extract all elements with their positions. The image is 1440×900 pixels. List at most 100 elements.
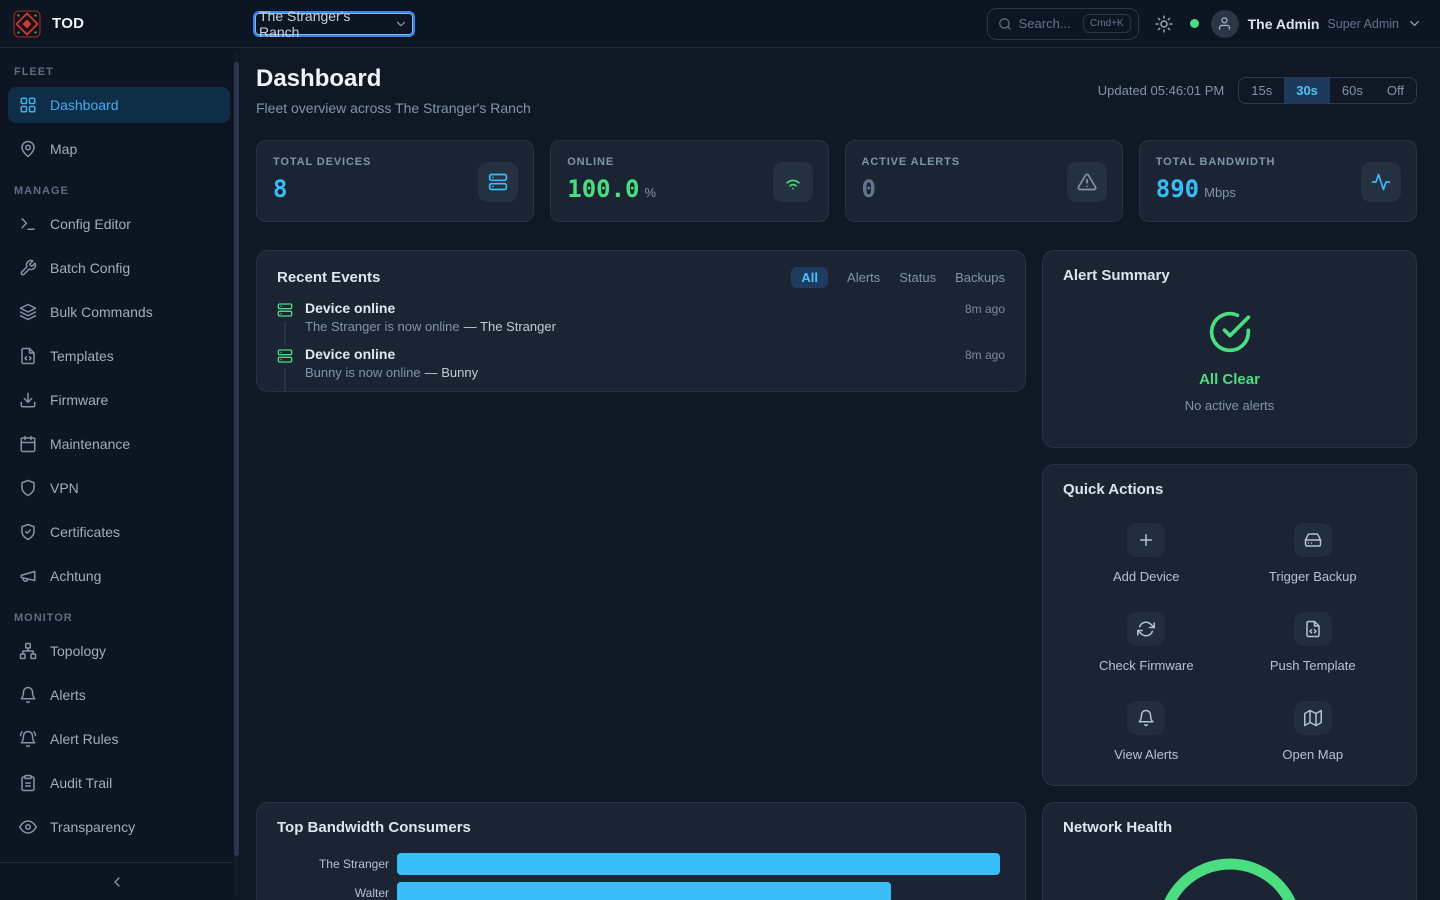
topbar-right: Cmd+K The Admin Super Admin [987, 8, 1440, 40]
app-logo-icon [13, 10, 41, 38]
sidebar-item-label: Config Editor [50, 216, 131, 232]
sidebar-item-label: Maintenance [50, 436, 130, 452]
layout-grid-icon [19, 96, 37, 114]
wrench-icon [19, 259, 37, 277]
event-row[interactable]: Device online 8m ago The Stranger is now… [277, 300, 1005, 346]
sidebar: FLEET Dashboard Map MANAGE Config Editor… [0, 48, 240, 900]
sidebar-item-alert-rules[interactable]: Alert Rules [8, 721, 230, 757]
event-title: Device online [305, 300, 395, 316]
open-map-button[interactable]: Open Map [1282, 701, 1343, 762]
bar-label: The Stranger [277, 857, 389, 871]
sidebar-item-audit-trail[interactable]: Audit Trail [8, 765, 230, 801]
file-code-icon [19, 347, 37, 365]
clipboard-list-icon [19, 774, 37, 792]
chevron-left-icon[interactable] [109, 874, 125, 890]
tab-all[interactable]: All [791, 267, 828, 288]
sidebar-collapse-area [0, 862, 233, 900]
file-code-icon [1304, 620, 1322, 638]
section-label-fleet: FLEET [8, 58, 230, 87]
server-icon [488, 172, 508, 192]
sidebar-section-monitor: MONITOR Topology Alerts Alert Rules Audi… [8, 604, 230, 845]
tab-backups[interactable]: Backups [955, 270, 1005, 285]
stat-icon-chip [1067, 162, 1107, 202]
sidebar-item-transparency[interactable]: Transparency [8, 809, 230, 845]
sidebar-item-dashboard[interactable]: Dashboard [8, 87, 230, 123]
search-input[interactable] [1019, 16, 1076, 31]
sidebar-item-maintenance[interactable]: Maintenance [8, 426, 230, 462]
stat-value: 100.0 [567, 177, 639, 201]
event-row[interactable]: Device online 8m ago Bunny is now online… [277, 346, 1005, 392]
check-firmware-button[interactable]: Check Firmware [1099, 612, 1194, 673]
timeline-connector [284, 322, 286, 346]
sidebar-item-label: Topology [50, 643, 106, 659]
section-label-monitor: MONITOR [8, 604, 230, 633]
sidebar-item-templates[interactable]: Templates [8, 338, 230, 374]
event-detail: The Stranger is now online [305, 319, 460, 334]
stat-card-total-devices: TOTAL DEVICES 8 [256, 140, 534, 222]
sidebar-scrollbar-thumb[interactable] [234, 62, 239, 856]
event-list: Device online 8m ago The Stranger is now… [277, 300, 1005, 392]
bar [397, 882, 891, 900]
push-template-button[interactable]: Push Template [1270, 612, 1356, 673]
stat-icon-chip [773, 162, 813, 202]
sidebar-item-label: Dashboard [50, 97, 119, 113]
refresh-option-60s[interactable]: 60s [1330, 78, 1375, 103]
sidebar-item-vpn[interactable]: VPN [8, 470, 230, 506]
shield-check-icon [19, 523, 37, 541]
sidebar-item-label: Alert Rules [50, 731, 118, 747]
sun-icon[interactable] [1155, 15, 1173, 33]
section-label-manage: MANAGE [8, 177, 230, 206]
sidebar-item-certificates[interactable]: Certificates [8, 514, 230, 550]
page-title: Dashboard [256, 65, 531, 93]
network-icon [19, 642, 37, 660]
topbar: TOD The Stranger's Ranch Cmd+K The Admin… [0, 0, 1440, 48]
sidebar-item-bulk-commands[interactable]: Bulk Commands [8, 294, 230, 330]
refresh-option-30s[interactable]: 30s [1284, 78, 1330, 103]
avatar[interactable] [1211, 10, 1239, 38]
trigger-backup-button[interactable]: Trigger Backup [1269, 523, 1357, 584]
timeline-connector [284, 368, 286, 392]
view-alerts-button[interactable]: View Alerts [1114, 701, 1178, 762]
map-pin-icon [19, 140, 37, 158]
sidebar-section-manage: MANAGE Config Editor Batch Config Bulk C… [8, 177, 230, 594]
bell-icon [1137, 709, 1155, 727]
server-icon [277, 302, 293, 318]
sidebar-item-label: Alerts [50, 687, 86, 703]
event-time: 8m ago [965, 302, 1005, 316]
search-shortcut-badge: Cmd+K [1083, 14, 1131, 33]
user-menu-chevron-icon[interactable] [1407, 16, 1422, 31]
tab-status[interactable]: Status [899, 270, 936, 285]
refresh-option-off[interactable]: Off [1375, 78, 1416, 103]
page-subtitle: Fleet overview across The Stranger's Ran… [256, 100, 531, 116]
main-content: Dashboard Fleet overview across The Stra… [240, 48, 1440, 900]
sidebar-item-config-editor[interactable]: Config Editor [8, 206, 230, 242]
stat-icon-chip [478, 162, 518, 202]
sidebar-item-label: Certificates [50, 524, 120, 540]
sidebar-item-batch-config[interactable]: Batch Config [8, 250, 230, 286]
user-role: Super Admin [1327, 17, 1399, 31]
updated-timestamp: Updated 05:46:01 PM [1098, 83, 1224, 98]
sidebar-item-map[interactable]: Map [8, 131, 230, 167]
terminal-icon [19, 215, 37, 233]
fleet-selector-value: The Stranger's Ranch [259, 8, 394, 40]
add-device-button[interactable]: Add Device [1113, 523, 1179, 584]
sidebar-item-firmware[interactable]: Firmware [8, 382, 230, 418]
event-device: — Bunny [425, 365, 478, 380]
alert-summary-panel: Alert Summary All Clear No active alerts [1042, 250, 1417, 448]
search-box[interactable]: Cmd+K [987, 8, 1139, 40]
sidebar-item-achtung[interactable]: Achtung [8, 558, 230, 594]
recent-events-title: Recent Events [277, 269, 380, 286]
sidebar-item-label: Audit Trail [50, 775, 112, 791]
sidebar-item-topology[interactable]: Topology [8, 633, 230, 669]
refresh-option-15s[interactable]: 15s [1239, 78, 1284, 103]
sidebar-item-alerts[interactable]: Alerts [8, 677, 230, 713]
stat-cards: TOTAL DEVICES 8 ONLINE 100.0 % ACTIVE AL… [256, 140, 1417, 222]
refresh-interval-segmented: 15s 30s 60s Off [1238, 77, 1417, 104]
fleet-selector[interactable]: The Stranger's Ranch [253, 11, 415, 37]
network-health-panel: Network Health 100 [1042, 802, 1417, 900]
stat-icon-chip [1361, 162, 1401, 202]
chevron-down-icon [394, 17, 408, 31]
tab-alerts[interactable]: Alerts [847, 270, 880, 285]
eye-icon [19, 818, 37, 836]
sidebar-item-label: Batch Config [50, 260, 130, 276]
